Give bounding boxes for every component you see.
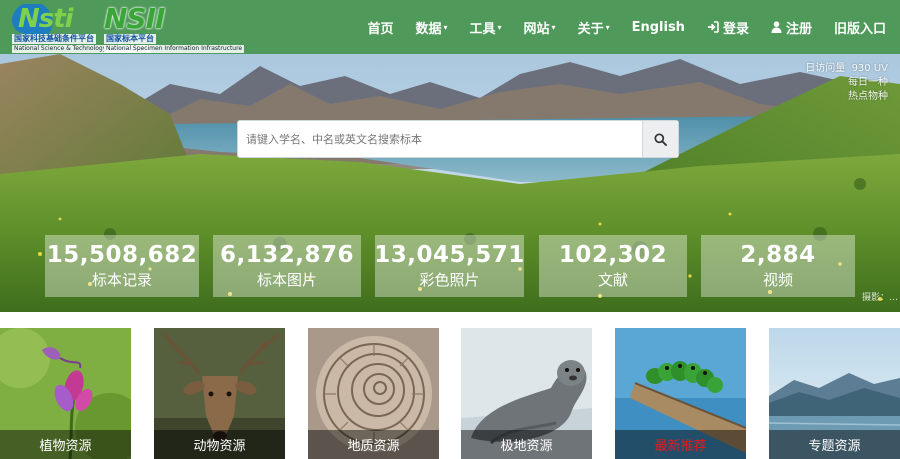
tile-latest-recommendations[interactable]: 最新推荐 [615,328,746,459]
chevron-down-icon: ▾ [605,22,610,32]
stat-value: 15,508,682 [46,242,198,268]
tile-label: 专题资源 [769,430,900,459]
main-nav: 首页 数据 ▾ 工具 ▾ 网站 ▾ 关于 ▾ English 登录 注册 旧版入口 [345,0,886,54]
stat-label: 彩色照片 [419,271,480,289]
nav-data[interactable]: 数据 ▾ [415,18,447,37]
stat-value: 13,045,571 [374,242,525,268]
tile-label: 极地资源 [461,430,592,459]
nsii-logo[interactable]: NSII 国家标本平台 National Specimen Informatio… [104,2,245,53]
nsii-logo-en: National Specimen Information Infrastruc… [104,45,245,53]
stat-label: 标本记录 [91,271,152,289]
stat-value: 2,884 [740,242,816,268]
featured-species-line2[interactable]: 热点物种 [805,90,888,104]
tile-special-topics[interactable]: 专题资源 [769,328,900,459]
nav-english[interactable]: English [632,20,685,35]
stat-literature[interactable]: 102,302 文献 [539,235,687,297]
specimen-search-box [237,120,679,158]
stat-specimen-images[interactable]: 6,132,876 标本图片 [213,235,361,297]
stat-videos[interactable]: 2,884 视频 [701,235,855,297]
nav-tools[interactable]: 工具 ▾ [470,18,502,37]
nav-sites[interactable]: 网站 ▾ [524,18,556,37]
nav-register[interactable]: 注册 [771,18,812,37]
nav-home[interactable]: 首页 [367,18,393,37]
nsii-logo-word: NSII [104,2,165,35]
stat-label: 视频 [762,271,793,289]
stat-label: 文献 [597,271,628,289]
tile-animal-resources[interactable]: 动物资源 [154,328,285,459]
user-icon [771,21,782,33]
stat-value: 6,132,876 [220,242,354,268]
nsti-logo-word: Nsti [12,4,79,34]
hero-banner: 日访问量 930 UV 每日一种 热点物种 15,508,682 标本记录 6,… [0,54,900,312]
nsti-logo-cn: 国家科技基础条件平台 [12,34,96,44]
nav-about[interactable]: 关于 ▾ [578,18,610,37]
search-icon [654,132,667,146]
chevron-down-icon: ▾ [443,22,448,32]
tile-polar-resources[interactable]: 极地资源 [461,328,592,459]
featured-species-line1[interactable]: 每日一种 [805,76,888,90]
daily-visits-line: 日访问量 930 UV [805,63,888,74]
chevron-down-icon: ▾ [497,22,502,32]
tile-label: 植物资源 [0,430,131,459]
top-navbar: Nsti 国家科技基础条件平台 National Science & Techn… [0,0,900,54]
nav-legacy-entry[interactable]: 旧版入口 [834,18,886,37]
tile-label: 最新推荐 [615,430,746,459]
daily-visits: 日访问量 930 UV 每日一种 热点物种 [805,62,888,104]
tile-label: 动物资源 [154,430,285,459]
resource-tiles: 植物资源 动物资源 地质资源 极地资源 最新推荐 专题资源 [0,328,900,459]
nav-login[interactable]: 登录 [707,18,749,37]
stat-color-photos[interactable]: 13,045,571 彩色照片 [374,235,525,297]
search-button[interactable] [642,121,678,157]
login-icon [707,21,719,33]
chevron-down-icon: ▾ [551,22,556,32]
stat-value: 102,302 [558,242,668,268]
statistics-bar: 15,508,682 标本记录 6,132,876 标本图片 13,045,57… [0,235,900,297]
stat-specimen-records[interactable]: 15,508,682 标本记录 [45,235,199,297]
tile-plant-resources[interactable]: 植物资源 [0,328,131,459]
stat-label: 标本图片 [256,271,317,289]
tile-geology-resources[interactable]: 地质资源 [308,328,439,459]
search-input[interactable] [238,121,642,157]
tile-label: 地质资源 [308,430,439,459]
nsii-logo-cn: 国家标本平台 [104,34,156,44]
photo-credit: 摄影：… [861,293,898,303]
